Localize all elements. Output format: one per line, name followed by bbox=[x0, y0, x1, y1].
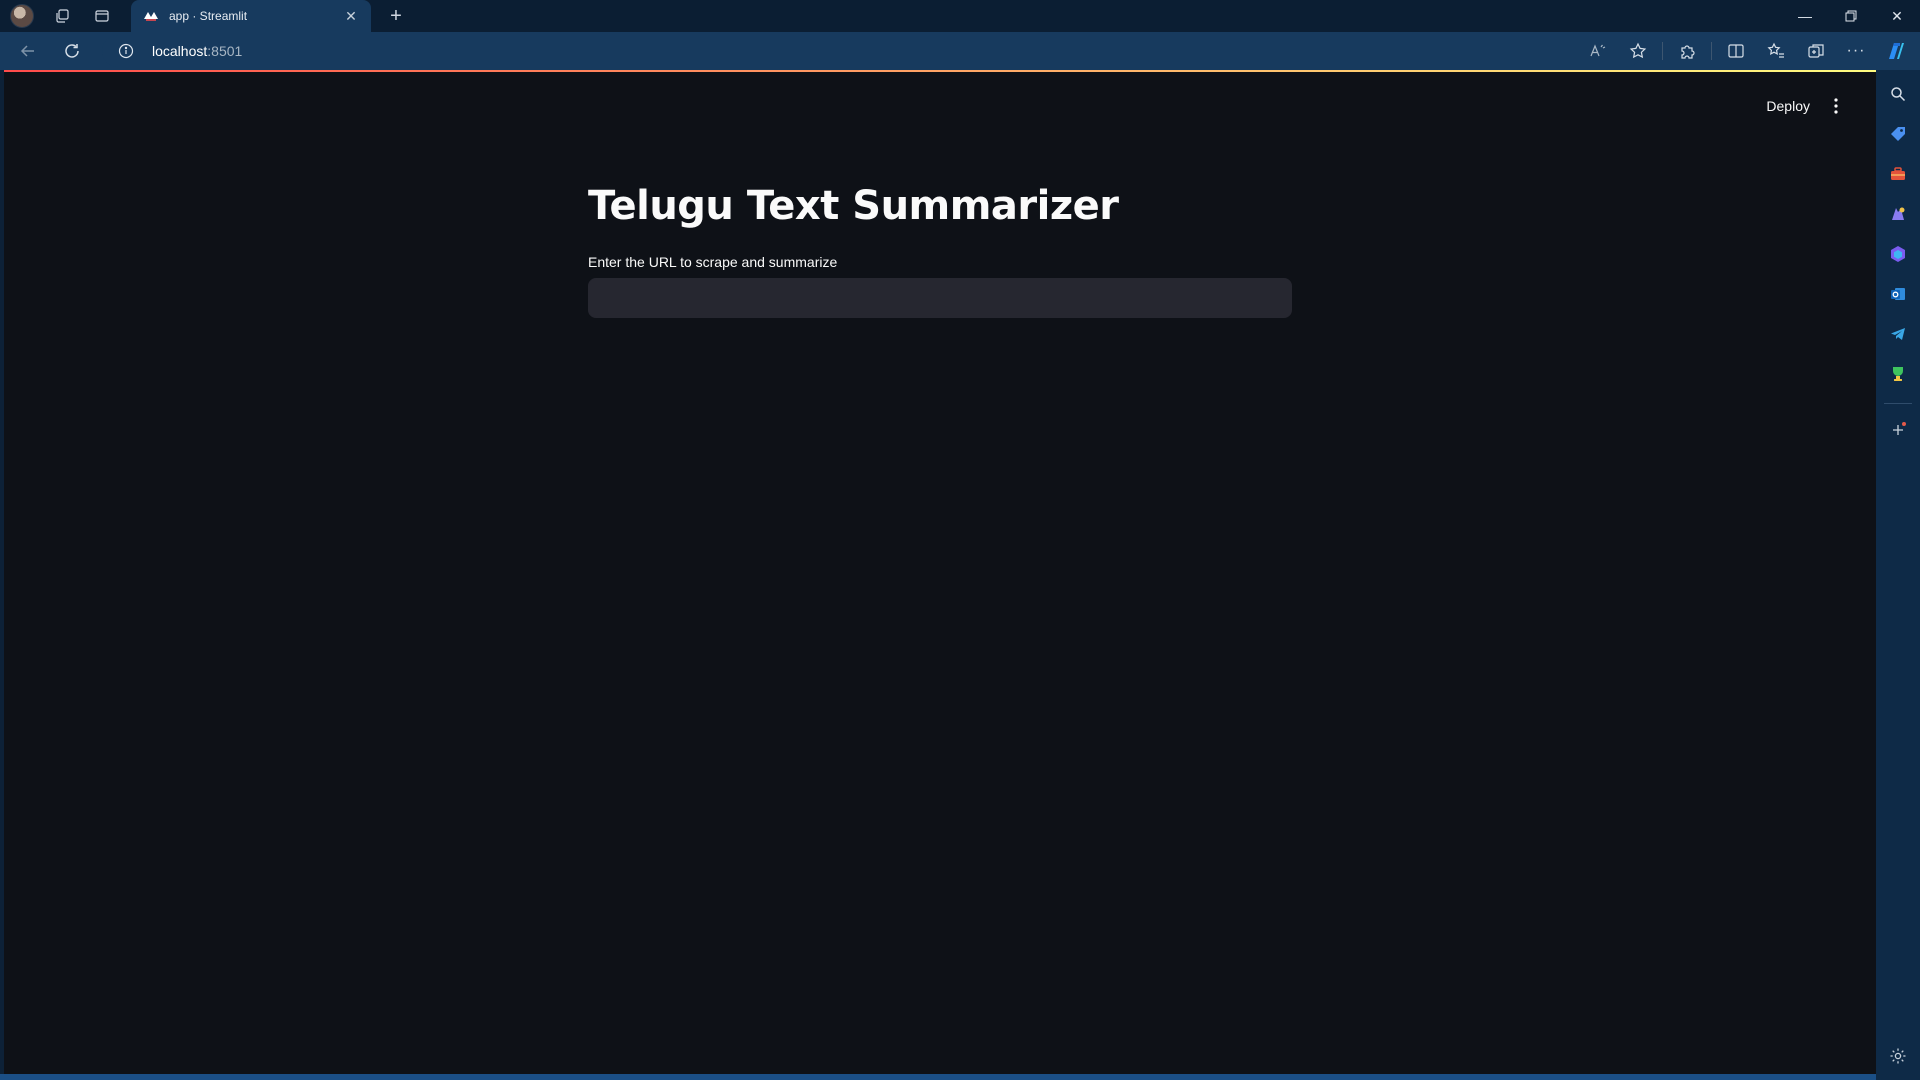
page-title: Telugu Text Summarizer bbox=[588, 183, 1119, 229]
search-icon bbox=[1891, 87, 1906, 102]
minimize-icon: — bbox=[1798, 8, 1812, 24]
app-header-actions: Deploy bbox=[1754, 92, 1850, 120]
close-window-button[interactable]: ✕ bbox=[1874, 0, 1920, 32]
copilot-icon bbox=[1889, 43, 1904, 59]
tab-strip: app · Streamlit ✕ + — ✕ bbox=[0, 0, 1920, 32]
streamlit-app-page: Deploy Telugu Text Summarizer Enter the … bbox=[4, 70, 1876, 1074]
extensions-button[interactable] bbox=[1667, 35, 1707, 67]
star-icon bbox=[1629, 42, 1647, 59]
minimize-button[interactable]: — bbox=[1782, 0, 1828, 32]
vertical-tabs-button[interactable] bbox=[82, 0, 122, 32]
refresh-button[interactable] bbox=[52, 35, 92, 67]
site-info-icon[interactable] bbox=[116, 41, 136, 61]
sidebar-shopping-button[interactable] bbox=[1884, 120, 1912, 148]
trophy-icon bbox=[1893, 367, 1903, 381]
sidebar-games-button[interactable] bbox=[1884, 200, 1912, 228]
more-options-button[interactable]: ··· bbox=[1836, 35, 1876, 67]
ellipsis-icon: ··· bbox=[1846, 42, 1866, 59]
tab-active[interactable]: app · Streamlit ✕ bbox=[131, 0, 371, 32]
restore-icon bbox=[1845, 10, 1857, 22]
add-icon bbox=[1893, 422, 1906, 435]
sidebar-add-button[interactable] bbox=[1884, 416, 1912, 444]
copilot-icon bbox=[1891, 246, 1905, 262]
workspaces-button[interactable] bbox=[42, 0, 82, 32]
streamlit-decoration-bar bbox=[4, 70, 1876, 72]
read-aloud-button[interactable] bbox=[1578, 35, 1618, 67]
refresh-icon bbox=[65, 44, 79, 58]
url-port: :8501 bbox=[207, 43, 243, 59]
outlook-icon bbox=[1891, 288, 1905, 300]
back-button[interactable] bbox=[8, 35, 48, 67]
plus-icon: + bbox=[390, 4, 402, 27]
favorites-list-icon bbox=[1767, 42, 1784, 58]
favorites-button[interactable] bbox=[1756, 35, 1796, 67]
sidebar-rewards-button[interactable] bbox=[1884, 360, 1912, 388]
sidebar-separator bbox=[1884, 403, 1912, 404]
telegram-icon bbox=[1891, 328, 1905, 340]
split-screen-icon bbox=[1728, 44, 1744, 58]
puzzle-icon bbox=[1681, 45, 1695, 59]
url-input-label: Enter the URL to scrape and summarize bbox=[588, 254, 838, 270]
edge-sidebar bbox=[1876, 70, 1920, 1080]
main-content: Telugu Text Summarizer Enter the URL to … bbox=[588, 182, 1292, 318]
games-icon bbox=[1892, 207, 1905, 220]
shopping-tag-icon bbox=[1891, 127, 1905, 141]
sidebar-tools-button[interactable] bbox=[1884, 160, 1912, 188]
tab-actions-icon bbox=[95, 10, 109, 22]
sidebar-search-button[interactable] bbox=[1884, 80, 1912, 108]
toolbar-actions: ··· bbox=[1578, 32, 1920, 70]
window-controls: — ✕ bbox=[1782, 0, 1920, 32]
read-aloud-icon bbox=[1590, 44, 1606, 57]
collections-button[interactable] bbox=[1796, 35, 1836, 67]
browser-toolbar: localhost:8501 ··· bbox=[0, 32, 1920, 70]
streamlit-favicon-icon bbox=[144, 12, 158, 21]
browser-window: app · Streamlit ✕ + — ✕ localhost:8501 bbox=[0, 0, 1920, 1080]
url-host: localhost bbox=[152, 43, 208, 59]
new-tab-button[interactable]: + bbox=[380, 0, 412, 32]
url-input[interactable] bbox=[588, 278, 1292, 318]
profile-button[interactable] bbox=[2, 0, 42, 32]
address-bar[interactable]: localhost:8501 bbox=[102, 35, 1642, 67]
collections-icon bbox=[1808, 44, 1824, 58]
copilot-button[interactable] bbox=[1876, 35, 1916, 67]
close-icon: ✕ bbox=[1891, 7, 1903, 24]
restore-button[interactable] bbox=[1828, 0, 1874, 32]
toolbar-separator bbox=[1711, 42, 1712, 60]
sidebar-outlook-button[interactable] bbox=[1884, 280, 1912, 308]
tab-close-icon[interactable]: ✕ bbox=[341, 8, 361, 25]
split-screen-button[interactable] bbox=[1716, 35, 1756, 67]
kebab-menu-icon bbox=[1834, 98, 1838, 114]
sidebar-telegram-button[interactable] bbox=[1884, 320, 1912, 348]
main-menu-button[interactable] bbox=[1822, 92, 1850, 120]
back-arrow-icon bbox=[20, 45, 34, 57]
favorite-star-button[interactable] bbox=[1618, 35, 1658, 67]
sidebar-copilot-button[interactable] bbox=[1884, 240, 1912, 268]
deploy-button[interactable]: Deploy bbox=[1754, 92, 1822, 120]
window-bottom-frame bbox=[0, 1074, 1876, 1080]
workspaces-icon bbox=[56, 9, 69, 23]
tab-title: app · Streamlit bbox=[169, 9, 248, 23]
settings-icon bbox=[1890, 1048, 1906, 1064]
profile-avatar bbox=[10, 4, 34, 28]
toolbox-icon bbox=[1891, 167, 1905, 180]
sidebar-settings-button[interactable] bbox=[1884, 1042, 1912, 1070]
toolbar-separator bbox=[1662, 42, 1663, 60]
